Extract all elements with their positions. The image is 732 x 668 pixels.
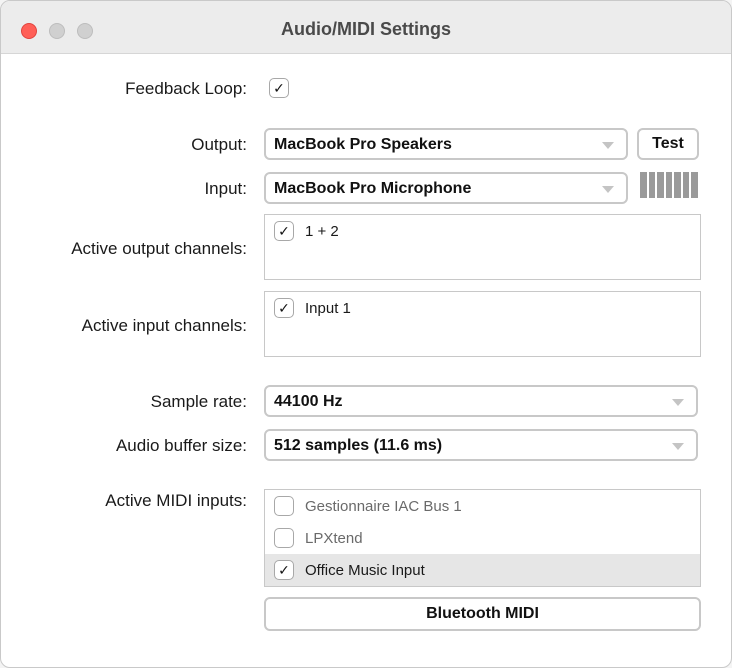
input-channels-list: ✓ Input 1 bbox=[264, 291, 701, 357]
input-label: Input: bbox=[204, 179, 247, 198]
feedback-loop-label: Feedback Loop: bbox=[125, 79, 247, 98]
active-input-channels-label: Active input channels: bbox=[81, 316, 247, 335]
window-title: Audio/MIDI Settings bbox=[281, 19, 451, 39]
midi-input-checkbox[interactable] bbox=[274, 496, 294, 516]
active-output-channels-label: Active output channels: bbox=[71, 239, 247, 258]
output-device-select[interactable]: MacBook Pro Speakers bbox=[264, 128, 628, 160]
midi-inputs-list: Gestionnaire IAC Bus 1 LPXtend ✓ Office … bbox=[264, 489, 701, 587]
checkmark-icon: ✓ bbox=[278, 300, 290, 316]
chevron-down-icon bbox=[672, 443, 684, 450]
midi-input-label: LPXtend bbox=[305, 530, 363, 547]
input-level-meter bbox=[640, 172, 699, 198]
test-button[interactable]: Test bbox=[637, 128, 699, 160]
midi-input-label: Gestionnaire IAC Bus 1 bbox=[305, 498, 462, 515]
midi-input-label: Office Music Input bbox=[305, 562, 425, 579]
output-device-value: MacBook Pro Speakers bbox=[274, 136, 452, 153]
midi-input-checkbox[interactable] bbox=[274, 528, 294, 548]
chevron-down-icon bbox=[602, 186, 614, 193]
channel-checkbox[interactable]: ✓ bbox=[274, 221, 294, 241]
sample-rate-select[interactable]: 44100 Hz bbox=[264, 385, 698, 417]
channel-checkbox[interactable]: ✓ bbox=[274, 298, 294, 318]
buffer-size-label: Audio buffer size: bbox=[115, 436, 247, 455]
channel-label: 1 + 2 bbox=[305, 223, 339, 240]
list-item[interactable]: ✓ Input 1 bbox=[265, 292, 700, 324]
title-bar: Audio/MIDI Settings bbox=[1, 1, 731, 54]
list-item[interactable]: ✓ 1 + 2 bbox=[265, 215, 700, 247]
output-label: Output: bbox=[191, 135, 247, 154]
feedback-loop-checkbox[interactable]: ✓ bbox=[269, 78, 289, 98]
sample-rate-label: Sample rate: bbox=[150, 392, 247, 411]
output-channels-list: ✓ 1 + 2 bbox=[264, 214, 701, 280]
audio-midi-settings-window: Audio/MIDI Settings Feedback Loop: ✓ Out… bbox=[0, 0, 732, 668]
list-item[interactable]: Gestionnaire IAC Bus 1 bbox=[265, 490, 700, 522]
settings-panel: Feedback Loop: ✓ Output: MacBook Pro Spe… bbox=[9, 54, 723, 659]
input-device-select[interactable]: MacBook Pro Microphone bbox=[264, 172, 628, 204]
midi-input-checkbox[interactable]: ✓ bbox=[274, 560, 294, 580]
buffer-size-value: 512 samples (11.6 ms) bbox=[274, 437, 443, 454]
checkmark-icon: ✓ bbox=[278, 223, 290, 239]
active-midi-inputs-label: Active MIDI inputs: bbox=[105, 491, 247, 510]
checkmark-icon: ✓ bbox=[273, 80, 285, 96]
list-item[interactable]: ✓ Office Music Input bbox=[265, 554, 700, 586]
chevron-down-icon bbox=[672, 399, 684, 406]
sample-rate-value: 44100 Hz bbox=[274, 393, 343, 410]
channel-label: Input 1 bbox=[305, 300, 351, 317]
checkmark-icon: ✓ bbox=[278, 562, 290, 578]
chevron-down-icon bbox=[602, 142, 614, 149]
bluetooth-midi-button[interactable]: Bluetooth MIDI bbox=[264, 597, 701, 631]
buffer-size-select[interactable]: 512 samples (11.6 ms) bbox=[264, 429, 698, 461]
list-item[interactable]: LPXtend bbox=[265, 522, 700, 554]
input-device-value: MacBook Pro Microphone bbox=[274, 180, 472, 197]
